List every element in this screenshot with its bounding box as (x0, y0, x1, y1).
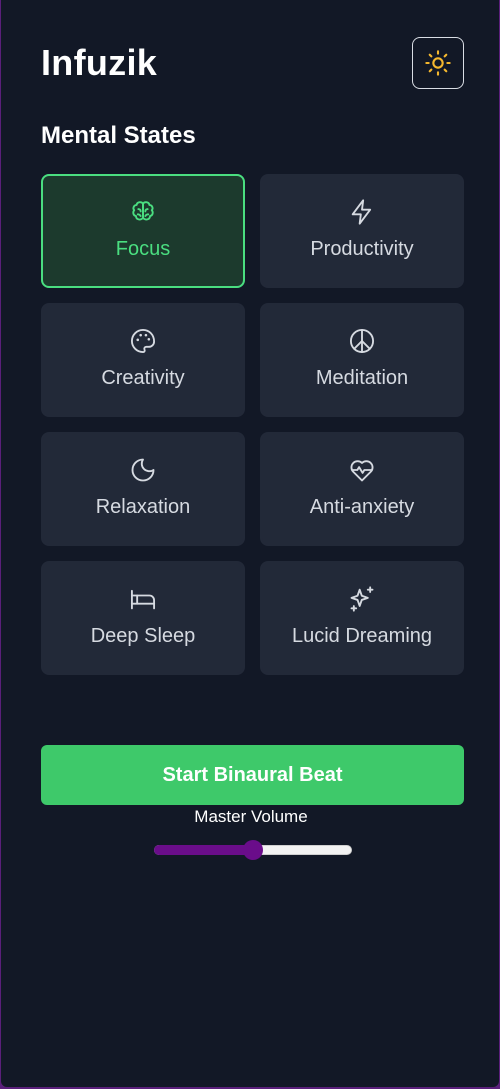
peace-icon (349, 328, 375, 354)
app-title: Infuzik (41, 42, 158, 83)
state-card-deep-sleep[interactable]: Deep Sleep (41, 561, 245, 675)
state-label: Meditation (315, 367, 409, 389)
app-panel: Infuzik Mental States Focus Productivity… (1, 0, 499, 1087)
state-card-lucid-dreaming[interactable]: Lucid Dreaming (260, 561, 464, 675)
lightning-icon (351, 199, 372, 225)
state-label: Creativity (101, 367, 185, 389)
moon-icon (131, 458, 155, 482)
brain-icon (132, 201, 154, 221)
state-card-focus[interactable]: Focus (41, 174, 245, 288)
sparkles-icon (350, 586, 374, 612)
bed-icon (130, 589, 156, 610)
state-label: Lucid Dreaming (291, 625, 433, 647)
state-label: Deep Sleep (90, 625, 196, 647)
state-card-anti-anxiety[interactable]: Anti-anxiety (260, 432, 464, 546)
state-label: Productivity (310, 238, 414, 260)
mental-states-grid: Focus Productivity Creativity Meditation… (41, 174, 464, 675)
master-volume-slider[interactable] (152, 840, 352, 860)
heart-pulse-icon (350, 460, 374, 482)
palette-icon (131, 328, 156, 354)
master-volume-label: Master Volume (194, 807, 308, 826)
slider-fill (154, 845, 253, 855)
slider-thumb[interactable] (243, 840, 263, 860)
start-binaural-beat-button[interactable]: Start Binaural Beat (41, 745, 464, 805)
section-title: Mental States (41, 122, 196, 149)
state-label: Focus (115, 238, 171, 260)
theme-toggle-button[interactable] (412, 37, 464, 89)
state-card-relaxation[interactable]: Relaxation (41, 432, 245, 546)
sun-icon (425, 50, 451, 76)
state-card-productivity[interactable]: Productivity (260, 174, 464, 288)
state-label: Relaxation (95, 496, 191, 518)
state-card-creativity[interactable]: Creativity (41, 303, 245, 417)
state-card-meditation[interactable]: Meditation (260, 303, 464, 417)
state-label: Anti-anxiety (309, 496, 415, 518)
